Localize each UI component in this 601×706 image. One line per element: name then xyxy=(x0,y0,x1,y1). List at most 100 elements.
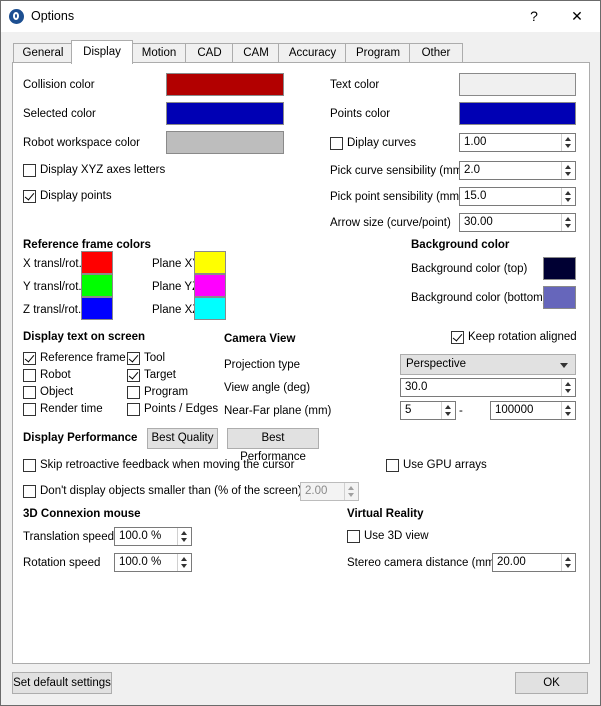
vr-title: Virtual Reality xyxy=(347,508,424,520)
skip-retroactive-label: Skip retroactive feedback when moving th… xyxy=(40,459,295,471)
display-performance-title: Display Performance xyxy=(23,432,138,444)
render-time-checkbox[interactable] xyxy=(23,403,36,416)
use-gpu-checkbox[interactable] xyxy=(386,459,399,472)
near-plane-spinbox[interactable]: 5 xyxy=(400,401,456,420)
keep-rotation-checkbox[interactable] xyxy=(451,331,464,344)
object-checkbox[interactable] xyxy=(23,386,36,399)
selected-color-label: Selected color xyxy=(23,108,96,120)
tab-program[interactable]: Program xyxy=(345,43,411,63)
translation-speed-label: Translation speed xyxy=(23,531,114,543)
spin-arrows-icon[interactable] xyxy=(561,214,575,231)
translation-speed-spinbox[interactable]: 100.0 % xyxy=(114,527,192,546)
projection-type-label: Projection type xyxy=(224,359,301,371)
target-checkbox[interactable] xyxy=(127,369,140,382)
stereo-distance-spinbox[interactable]: 20.00 xyxy=(492,553,576,572)
spin-arrows-icon[interactable] xyxy=(344,483,358,500)
display-curves-checkbox[interactable] xyxy=(330,137,343,150)
spin-arrows-icon[interactable] xyxy=(561,554,575,571)
points-edges-checkbox[interactable] xyxy=(127,403,140,416)
display-curves-label: Diplay curves xyxy=(347,137,417,149)
dont-display-small-spinbox[interactable]: 2.00 xyxy=(300,482,359,501)
curves-size-value: 1.00 xyxy=(464,136,487,148)
dont-display-small-label: Don't display objects smaller than (% of… xyxy=(40,485,302,497)
app-icon xyxy=(9,9,24,24)
skip-retroactive-checkbox[interactable] xyxy=(23,459,36,472)
tab-cad[interactable]: CAD xyxy=(185,43,234,63)
pick-curve-spinbox[interactable]: 2.0 xyxy=(459,161,576,180)
xyz-letters-label: Display XYZ axes letters xyxy=(40,164,166,176)
spin-arrows-icon[interactable] xyxy=(561,188,575,205)
collision-color-label: Collision color xyxy=(23,79,95,91)
dont-display-small-value: 2.00 xyxy=(305,485,328,497)
best-performance-button[interactable]: Best Performance xyxy=(227,428,319,463)
background-bottom-swatch[interactable] xyxy=(543,286,576,309)
help-button[interactable]: ? xyxy=(521,6,547,26)
tab-display[interactable]: Display xyxy=(71,40,133,64)
tab-other[interactable]: Other xyxy=(409,43,463,63)
use-3d-view-label: Use 3D view xyxy=(364,530,429,542)
points-color-swatch[interactable] xyxy=(459,102,576,125)
plane-xy-label: Plane XY xyxy=(152,258,200,270)
dont-display-small-checkbox[interactable] xyxy=(23,485,36,498)
pick-point-spinbox[interactable]: 15.0 xyxy=(459,187,576,206)
arrow-size-spinbox[interactable]: 30.00 xyxy=(459,213,576,232)
robot-checkbox[interactable] xyxy=(23,369,36,382)
projection-type-select[interactable]: Perspective xyxy=(400,354,576,375)
text-color-label: Text color xyxy=(330,79,380,91)
background-bottom-label: Background color (bottom) xyxy=(411,292,547,304)
robot-workspace-color-swatch[interactable] xyxy=(166,131,284,154)
points-color-label: Points color xyxy=(330,108,391,120)
best-quality-button[interactable]: Best Quality xyxy=(147,428,218,449)
ok-button[interactable]: OK xyxy=(515,672,588,694)
tool-checkbox[interactable] xyxy=(127,352,140,365)
spin-arrows-icon[interactable] xyxy=(177,528,191,545)
program-label: Program xyxy=(144,386,189,398)
z-transl-swatch[interactable] xyxy=(81,297,113,320)
tab-accuracy[interactable]: Accuracy xyxy=(278,43,347,63)
arrow-size-label: Arrow size (curve/point) xyxy=(330,217,451,229)
connexion-title: 3D Connexion mouse xyxy=(23,508,141,520)
plane-xy-swatch[interactable] xyxy=(194,251,226,274)
spin-arrows-icon[interactable] xyxy=(561,162,575,179)
plane-yz-label: Plane YZ xyxy=(152,281,200,293)
background-top-swatch[interactable] xyxy=(543,257,576,280)
spin-arrows-icon[interactable] xyxy=(561,402,575,419)
xyz-letters-checkbox[interactable] xyxy=(23,164,36,177)
collision-color-swatch[interactable] xyxy=(166,73,284,96)
plane-yz-swatch[interactable] xyxy=(194,274,226,297)
near-plane-value: 5 xyxy=(405,404,412,416)
target-label: Target xyxy=(144,369,176,381)
x-transl-label: X transl/rot. xyxy=(23,258,82,270)
pick-curve-value: 2.0 xyxy=(464,164,480,176)
rotation-speed-value: 100.0 % xyxy=(119,556,162,568)
x-transl-swatch[interactable] xyxy=(81,251,113,274)
set-default-settings-button[interactable]: Set default settings xyxy=(12,672,112,694)
view-angle-spinbox[interactable]: 30.0 xyxy=(400,378,576,397)
plane-xz-swatch[interactable] xyxy=(194,297,226,320)
tab-motion[interactable]: Motion xyxy=(131,43,187,63)
spin-arrows-icon[interactable] xyxy=(561,379,575,396)
background-color-title: Background color xyxy=(411,239,510,251)
spin-arrows-icon[interactable] xyxy=(561,134,575,151)
pick-point-value: 15.0 xyxy=(464,190,487,202)
y-transl-swatch[interactable] xyxy=(81,274,113,297)
close-button[interactable]: ✕ xyxy=(564,6,590,26)
reference-frame-checkbox[interactable] xyxy=(23,352,36,365)
text-color-swatch[interactable] xyxy=(459,73,576,96)
tab-general[interactable]: General xyxy=(13,43,73,63)
spin-arrows-icon[interactable] xyxy=(177,554,191,571)
rotation-speed-spinbox[interactable]: 100.0 % xyxy=(114,553,192,572)
ref-frame-title: Reference frame colors xyxy=(23,239,151,251)
curves-size-spinbox[interactable]: 1.00 xyxy=(459,133,576,152)
spin-arrows-icon[interactable] xyxy=(441,402,455,419)
use-3d-view-checkbox[interactable] xyxy=(347,530,360,543)
selected-color-swatch[interactable] xyxy=(166,102,284,125)
tab-cam[interactable]: CAM xyxy=(232,43,280,63)
display-points-checkbox[interactable] xyxy=(23,190,36,203)
program-checkbox[interactable] xyxy=(127,386,140,399)
stereo-distance-value: 20.00 xyxy=(497,556,526,568)
far-plane-spinbox[interactable]: 100000 xyxy=(490,401,576,420)
projection-type-value: Perspective xyxy=(406,358,467,370)
robot-label: Robot xyxy=(40,369,71,381)
tool-label: Tool xyxy=(144,352,166,364)
